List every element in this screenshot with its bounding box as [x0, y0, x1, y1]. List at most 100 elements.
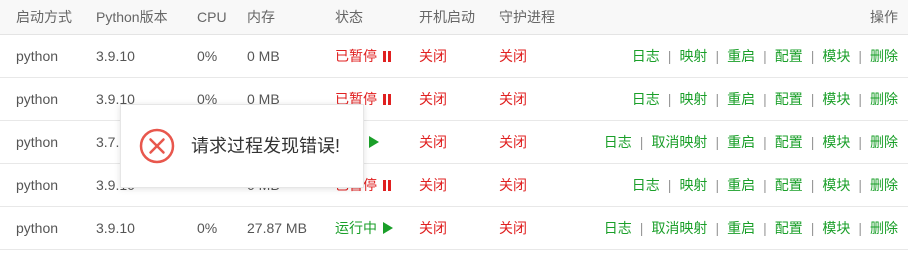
cell-status[interactable]: 运行中	[335, 207, 393, 249]
delete-link[interactable]: 删除	[870, 177, 898, 193]
separator: |	[810, 220, 815, 236]
cell-start-method: python	[16, 48, 59, 64]
cell-boot-toggle[interactable]: 关闭	[419, 78, 447, 120]
restart-link[interactable]: 重启	[727, 220, 755, 236]
separator: |	[858, 220, 862, 236]
header-boot: 开机启动	[419, 9, 475, 25]
cell-boot-toggle[interactable]: 关闭	[419, 164, 447, 206]
separator: |	[858, 134, 862, 150]
mapping-link[interactable]: 映射	[679, 91, 707, 107]
header-memory: 内存	[247, 9, 275, 25]
separator: |	[763, 177, 767, 193]
cell-guard-toggle[interactable]: 关闭	[499, 35, 527, 77]
delete-link[interactable]: 删除	[870, 48, 898, 64]
play-icon[interactable]	[369, 136, 379, 148]
play-icon[interactable]	[383, 222, 393, 234]
config-link[interactable]: 配置	[775, 134, 803, 150]
row-actions: 日志 | 映射 | 重启 | 配置 | 模块 | 删除	[632, 78, 898, 120]
separator: |	[667, 48, 672, 64]
cell-guard-toggle[interactable]: 关闭	[499, 207, 527, 249]
separator: |	[858, 48, 862, 64]
separator: |	[715, 177, 720, 193]
cell-start-method: python	[16, 91, 59, 107]
cell-cpu: 0%	[197, 48, 218, 64]
restart-link[interactable]: 重启	[727, 177, 755, 193]
row-actions: 日志 | 取消映射 | 重启 | 配置 | 模块 | 删除	[604, 121, 898, 163]
cell-python-version: 3.7.	[96, 134, 120, 150]
pause-icon[interactable]	[383, 79, 392, 105]
toast-message: 请求过程发现错误!	[191, 136, 341, 156]
cell-guard-toggle[interactable]: 关闭	[499, 164, 527, 206]
separator: |	[810, 134, 815, 150]
cell-start-method: python	[16, 220, 59, 236]
config-link[interactable]: 配置	[775, 91, 803, 107]
separator: |	[667, 177, 672, 193]
cell-cpu: 0%	[197, 220, 218, 236]
cell-status[interactable]: 已暂停	[335, 35, 392, 77]
module-link[interactable]: 模块	[822, 91, 850, 107]
restart-link[interactable]: 重启	[727, 91, 755, 107]
row-actions: 日志 | 映射 | 重启 | 配置 | 模块 | 删除	[632, 35, 898, 77]
header-start-method: 启动方式	[16, 9, 72, 25]
cell-boot-toggle[interactable]: 关闭	[419, 121, 447, 163]
cell-boot-toggle[interactable]: 关闭	[419, 207, 447, 249]
status-label: 运行中	[335, 220, 377, 236]
cell-guard-toggle[interactable]: 关闭	[499, 121, 527, 163]
separator: |	[858, 91, 862, 107]
cell-python-version: 3.9.10	[96, 220, 135, 236]
cell-python-version: 3.9.10	[96, 48, 135, 64]
separator: |	[639, 220, 644, 236]
log-link[interactable]: 日志	[604, 134, 632, 150]
header-status: 状态	[335, 9, 363, 25]
separator: |	[763, 134, 767, 150]
row-actions: 日志 | 取消映射 | 重启 | 配置 | 模块 | 删除	[604, 207, 898, 249]
separator: |	[763, 91, 767, 107]
table-header: 启动方式 Python版本 CPU 内存 状态 开机启动 守护进程 操作	[0, 0, 908, 35]
mapping-link[interactable]: 映射	[679, 177, 707, 193]
cell-start-method: python	[16, 177, 59, 193]
log-link[interactable]: 日志	[632, 48, 660, 64]
config-link[interactable]: 配置	[775, 48, 803, 64]
delete-link[interactable]: 删除	[870, 134, 898, 150]
error-circle-icon	[139, 128, 175, 164]
delete-link[interactable]: 删除	[870, 220, 898, 236]
mapping-link[interactable]: 取消映射	[651, 220, 707, 236]
separator: |	[639, 134, 644, 150]
separator: |	[715, 91, 720, 107]
module-link[interactable]: 模块	[822, 177, 850, 193]
header-cpu: CPU	[197, 9, 227, 25]
delete-link[interactable]: 删除	[870, 91, 898, 107]
log-link[interactable]: 日志	[604, 220, 632, 236]
header-guard: 守护进程	[499, 9, 555, 25]
pause-icon[interactable]	[383, 165, 392, 191]
separator: |	[763, 48, 767, 64]
row-actions: 日志 | 映射 | 重启 | 配置 | 模块 | 删除	[632, 164, 898, 206]
mapping-link[interactable]: 映射	[679, 48, 707, 64]
table-row: python 3.9.10 0% 0 MB 已暂停 关闭 关闭 日志 | 映射 | 重启 | 配置 | 模块 |…	[0, 35, 908, 78]
separator: |	[715, 134, 720, 150]
separator: |	[763, 220, 767, 236]
pause-icon[interactable]	[383, 36, 392, 62]
cell-memory: 0 MB	[247, 48, 280, 64]
error-toast: 请求过程发现错误!	[120, 104, 364, 188]
module-link[interactable]: 模块	[822, 48, 850, 64]
config-link[interactable]: 配置	[775, 177, 803, 193]
mapping-link[interactable]: 取消映射	[651, 134, 707, 150]
status-label: 已暂停	[335, 48, 377, 64]
separator: |	[858, 177, 862, 193]
cell-boot-toggle[interactable]: 关闭	[419, 35, 447, 77]
config-link[interactable]: 配置	[775, 220, 803, 236]
log-link[interactable]: 日志	[632, 91, 660, 107]
cell-guard-toggle[interactable]: 关闭	[499, 78, 527, 120]
module-link[interactable]: 模块	[822, 220, 850, 236]
header-python-version: Python版本	[96, 9, 168, 25]
separator: |	[810, 48, 815, 64]
separator: |	[715, 48, 720, 64]
module-link[interactable]: 模块	[822, 134, 850, 150]
log-link[interactable]: 日志	[632, 177, 660, 193]
separator: |	[810, 177, 815, 193]
header-actions: 操作	[870, 9, 898, 25]
restart-link[interactable]: 重启	[727, 134, 755, 150]
restart-link[interactable]: 重启	[727, 48, 755, 64]
cell-start-method: python	[16, 134, 59, 150]
